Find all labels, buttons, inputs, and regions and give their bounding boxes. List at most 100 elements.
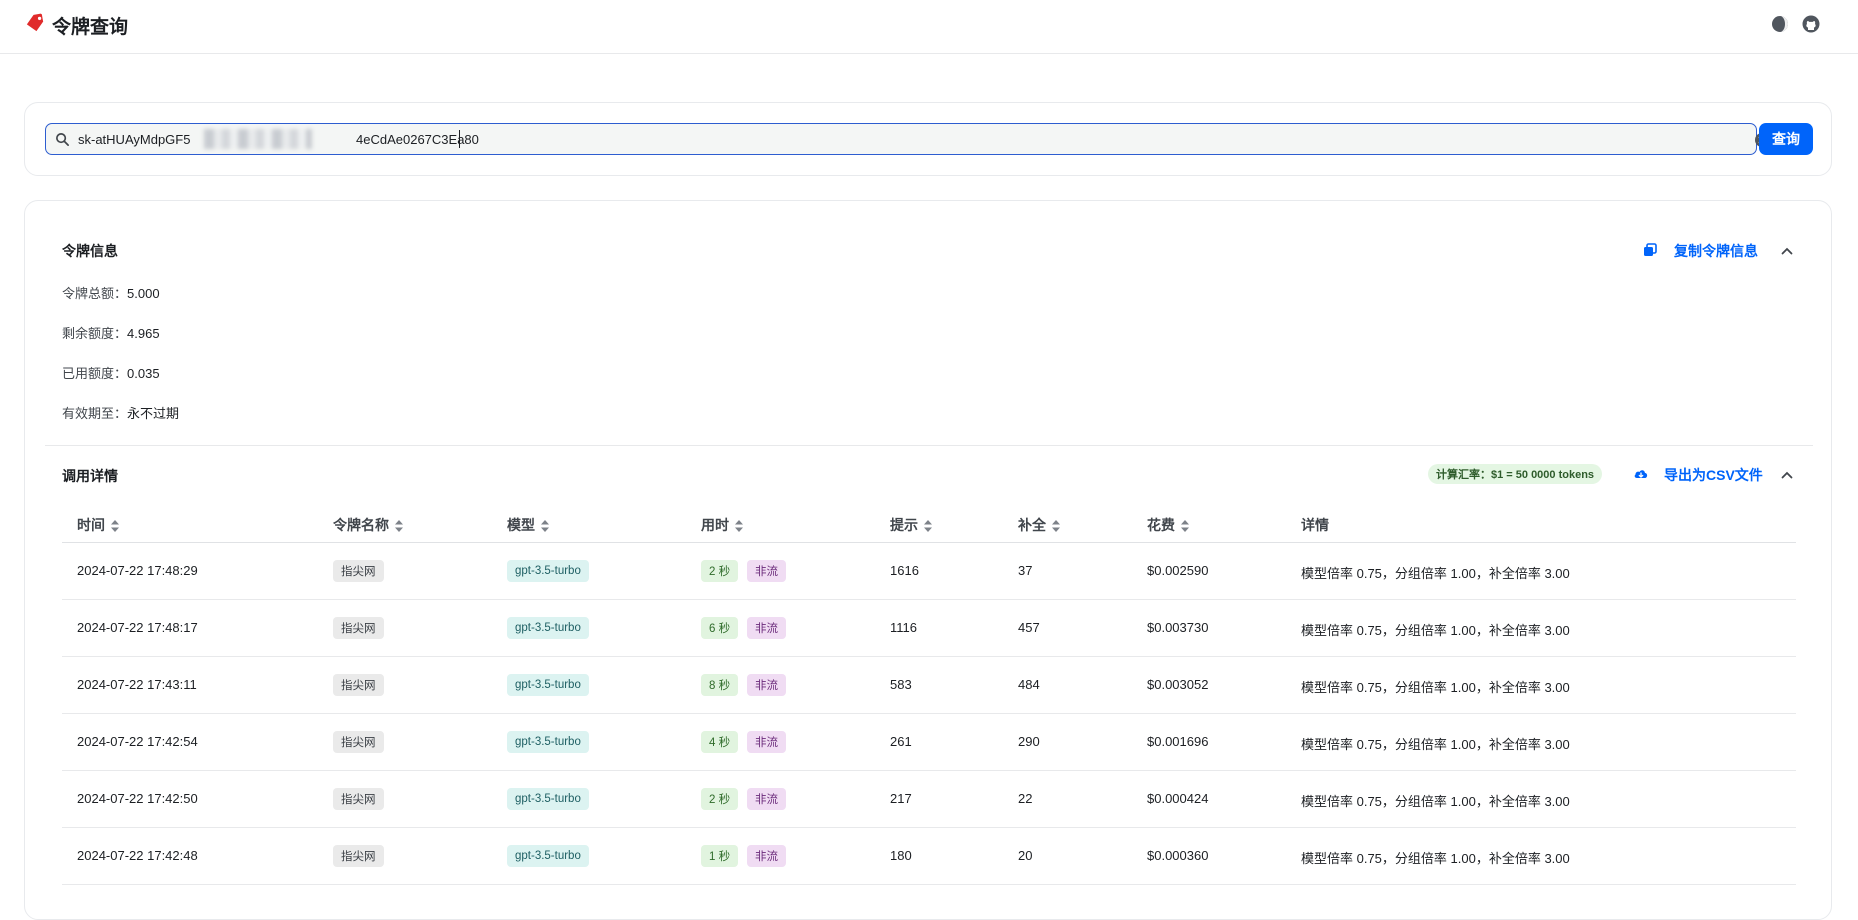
cell-completion: 484 [1018, 677, 1040, 692]
cell-detail: 模型倍率 0.75，分组倍率 1.00，补全倍率 3.00 [1301, 851, 1570, 866]
copy-icon[interactable] [1643, 243, 1657, 257]
info-row-remaining: 剩余额度：4.965 [62, 326, 160, 341]
cell-completion: 290 [1018, 734, 1040, 749]
query-button[interactable]: 查询 [1759, 123, 1813, 155]
duration-tag: 2 秒 [701, 560, 739, 582]
token-name-tag: 指尖网 [333, 788, 384, 810]
redacted-segment [204, 129, 312, 149]
token-name-tag: 指尖网 [333, 617, 384, 639]
cell-time: 2024-07-22 17:42:50 [77, 791, 198, 806]
token-info-title: 令牌信息 [62, 243, 118, 259]
tag-icon [26, 13, 44, 32]
column-header-model[interactable]: 模型 [507, 515, 549, 535]
cell-cost: $0.003730 [1147, 620, 1209, 635]
cell-prompt: 217 [890, 791, 912, 806]
column-header-token-name[interactable]: 令牌名称 [333, 515, 403, 535]
model-tag: gpt-3.5-turbo [507, 731, 589, 753]
column-header-completion[interactable]: 补全 [1018, 515, 1060, 535]
cell-completion: 37 [1018, 563, 1033, 578]
sort-icon [395, 520, 403, 533]
table-row: 2024-07-22 17:48:29 指尖网 gpt-3.5-turbo 2 … [62, 543, 1796, 600]
cell-detail: 模型倍率 0.75，分组倍率 1.00，补全倍率 3.00 [1301, 566, 1570, 581]
cell-time: 2024-07-22 17:48:17 [77, 620, 198, 635]
copy-token-info-button[interactable]: 复制令牌信息 [1674, 241, 1758, 261]
cell-prompt: 261 [890, 734, 912, 749]
cell-prompt: 583 [890, 677, 912, 692]
table-row: 2024-07-22 17:42:50 指尖网 gpt-3.5-turbo 2 … [62, 771, 1796, 828]
duration-tag: 2 秒 [701, 788, 739, 810]
stream-tag: 非流 [747, 731, 786, 753]
sort-icon [541, 520, 549, 533]
export-csv-button[interactable]: 导出为CSV文件 [1664, 465, 1763, 485]
search-icon [56, 133, 69, 146]
token-search-input[interactable]: sk-atHUAyMdpGF5 4eCdAe0267C3Ea80 [45, 123, 1769, 155]
duration-tag: 8 秒 [701, 674, 739, 696]
info-row-total: 令牌总额：5.000 [62, 286, 160, 301]
cell-completion: 22 [1018, 791, 1033, 806]
cell-cost: $0.000424 [1147, 791, 1209, 806]
chevron-up-icon[interactable] [1780, 244, 1794, 258]
model-tag: gpt-3.5-turbo [507, 560, 589, 582]
sort-icon [735, 520, 743, 533]
cell-completion: 457 [1018, 620, 1040, 635]
cell-cost: $0.003052 [1147, 677, 1209, 692]
column-header-prompt[interactable]: 提示 [890, 515, 932, 535]
token-name-tag: 指尖网 [333, 845, 384, 867]
cell-time: 2024-07-22 17:42:48 [77, 848, 198, 863]
cell-detail: 模型倍率 0.75，分组倍率 1.00，补全倍率 3.00 [1301, 794, 1570, 809]
section-divider [45, 445, 1813, 446]
search-value-prefix: sk-atHUAyMdpGF5 [78, 132, 191, 147]
stream-tag: 非流 [747, 788, 786, 810]
cell-cost: $0.002590 [1147, 563, 1209, 578]
duration-tag: 6 秒 [701, 617, 739, 639]
sort-icon [924, 520, 932, 533]
cell-prompt: 180 [890, 848, 912, 863]
cell-prompt: 1616 [890, 563, 919, 578]
search-value-suffix: 4eCdAe0267C3Ea80 [356, 132, 479, 147]
cloud-download-icon[interactable] [1633, 466, 1649, 482]
info-row-used: 已用额度：0.035 [62, 366, 160, 381]
stream-tag: 非流 [747, 674, 786, 696]
column-header-cost[interactable]: 花费 [1147, 515, 1189, 535]
sort-icon [1181, 520, 1189, 533]
sort-icon [1052, 520, 1060, 533]
stream-tag: 非流 [747, 845, 786, 867]
app-title: 令牌查询 [52, 17, 129, 38]
duration-tag: 4 秒 [701, 731, 739, 753]
sort-icon [111, 520, 119, 533]
model-tag: gpt-3.5-turbo [507, 617, 589, 639]
duration-tag: 1 秒 [701, 845, 739, 867]
cell-cost: $0.001696 [1147, 734, 1209, 749]
app-header: 令牌查询 [0, 0, 1858, 54]
stream-tag: 非流 [747, 617, 786, 639]
chevron-up-icon[interactable] [1780, 468, 1794, 482]
cell-prompt: 1116 [890, 620, 917, 635]
model-tag: gpt-3.5-turbo [507, 788, 589, 810]
result-card: 令牌信息 复制令牌信息 令牌总额：5.000 剩余额度：4.965 已用额度：0… [24, 200, 1832, 920]
cell-cost: $0.000360 [1147, 848, 1209, 863]
token-name-tag: 指尖网 [333, 560, 384, 582]
cell-completion: 20 [1018, 848, 1033, 863]
token-name-tag: 指尖网 [333, 731, 384, 753]
search-card: sk-atHUAyMdpGF5 4eCdAe0267C3Ea80 查询 [24, 102, 1832, 176]
table-row: 2024-07-22 17:48:17 指尖网 gpt-3.5-turbo 6 … [62, 600, 1796, 657]
model-tag: gpt-3.5-turbo [507, 674, 589, 696]
stream-tag: 非流 [747, 560, 786, 582]
cell-time: 2024-07-22 17:48:29 [77, 563, 198, 578]
table-row: 2024-07-22 17:42:54 指尖网 gpt-3.5-turbo 4 … [62, 714, 1796, 771]
table-row: 2024-07-22 17:42:48 指尖网 gpt-3.5-turbo 1 … [62, 828, 1796, 885]
model-tag: gpt-3.5-turbo [507, 845, 589, 867]
cell-detail: 模型倍率 0.75，分组倍率 1.00，补全倍率 3.00 [1301, 680, 1570, 695]
column-header-time[interactable]: 时间 [77, 515, 119, 535]
table-row: 2024-07-22 17:43:11 指尖网 gpt-3.5-turbo 8 … [62, 657, 1796, 714]
cell-time: 2024-07-22 17:42:54 [77, 734, 198, 749]
cell-detail: 模型倍率 0.75，分组倍率 1.00，补全倍率 3.00 [1301, 623, 1570, 638]
cell-detail: 模型倍率 0.75，分组倍率 1.00，补全倍率 3.00 [1301, 737, 1570, 752]
text-caret [459, 130, 460, 148]
exchange-rate-tag: 计算汇率：$1 = 50 0000 tokens [1428, 464, 1603, 484]
moon-icon[interactable] [1770, 14, 1790, 34]
usage-title: 调用详情 [62, 468, 118, 484]
column-header-duration[interactable]: 用时 [701, 515, 743, 535]
github-icon[interactable] [1801, 14, 1821, 34]
cell-time: 2024-07-22 17:43:11 [77, 677, 197, 692]
